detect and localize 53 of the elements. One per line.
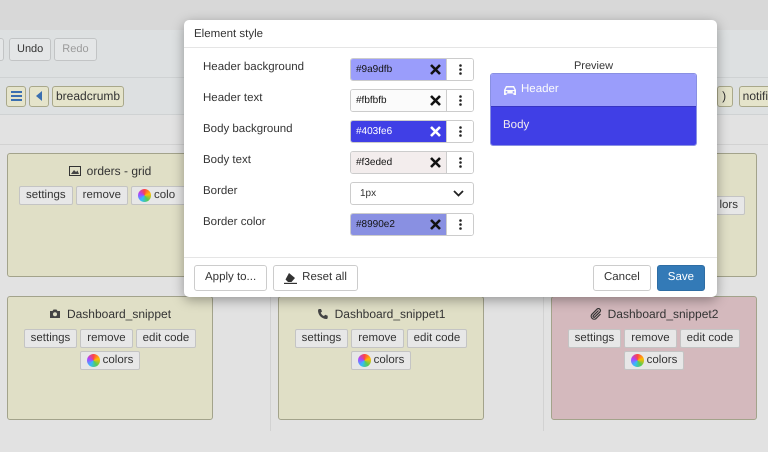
widget-button[interactable]: edit code [680, 329, 740, 348]
widget-button[interactable]: remove [351, 329, 404, 348]
preview-title: Preview [572, 59, 614, 73]
preview-header-text: Header [521, 82, 559, 98]
preview-body: Body [491, 106, 696, 145]
save-button[interactable]: Save [656, 265, 705, 291]
eraser-icon [284, 272, 298, 284]
colors-button[interactable]: colors [350, 351, 412, 370]
field-label: Header background [203, 60, 306, 75]
widget-button[interactable]: edit code [136, 329, 196, 348]
color-wheel-icon [138, 189, 151, 202]
camera-icon [48, 308, 61, 320]
widget-button[interactable]: settings [294, 329, 348, 348]
cancel-button[interactable]: Cancel [592, 265, 651, 291]
paperclip-icon [590, 308, 602, 320]
widget-button[interactable]: remove [80, 329, 133, 348]
navbar-button[interactable]: notifi [738, 86, 768, 106]
menu-button[interactable] [6, 86, 26, 106]
field-label: Border color [203, 215, 267, 230]
colors-button[interactable]: colors [80, 351, 140, 370]
widget-button[interactable]: edit code [406, 329, 468, 348]
menu-icon [10, 91, 22, 101]
phone-icon [316, 308, 329, 320]
field-label: Border [203, 184, 239, 199]
widget-title: Dashboard_snippet [66, 306, 172, 322]
widget-title: orders - grid [86, 162, 152, 180]
select-value: 1px [360, 187, 376, 201]
widget-button[interactable]: settings [568, 329, 622, 348]
widget-button[interactable]: settings [19, 186, 73, 205]
field-label: Body text [203, 153, 252, 168]
reset-all-button[interactable]: Reset all [273, 265, 358, 291]
widget-button[interactable]: remove [624, 329, 677, 348]
navbar-button[interactable]: ) [716, 86, 733, 106]
widget-button[interactable]: settings [24, 329, 78, 348]
widget-title: Dashboard_snippet2 [608, 306, 718, 322]
toolbar-button[interactable]: Undo [9, 38, 52, 61]
colors-button[interactable]: colors [624, 351, 684, 370]
image-icon [68, 164, 81, 176]
chevron-down-icon [453, 190, 464, 197]
triangle-left-icon [36, 91, 42, 101]
color-wheel-icon [630, 354, 644, 367]
car-icon [503, 84, 517, 96]
breadcrumb-button[interactable]: breadcrumb [52, 86, 124, 106]
apply-to-button[interactable]: Apply to... [194, 265, 268, 291]
color-wheel-icon [358, 354, 371, 367]
dialog-title: Element style [194, 28, 264, 40]
field-label: Header text [203, 91, 264, 106]
color-wheel-icon [86, 354, 100, 367]
back-button[interactable] [29, 86, 49, 106]
widget-button[interactable]: remove [76, 186, 128, 205]
select-field[interactable]: 1px [350, 182, 474, 205]
field-label: Body background [203, 122, 294, 137]
widget-title: Dashboard_snippet1 [334, 306, 446, 322]
